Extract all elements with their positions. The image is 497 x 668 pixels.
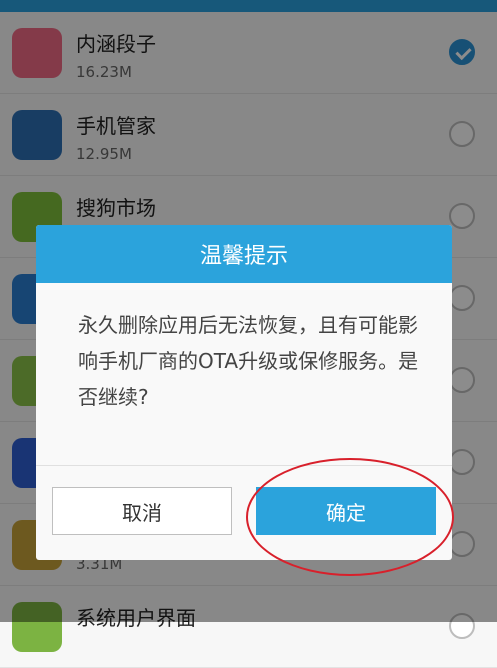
dialog-title: 温馨提示 — [36, 225, 452, 283]
dialog-divider — [36, 465, 452, 466]
confirm-dialog: 温馨提示 永久删除应用后无法恢复，且有可能影响手机厂商的OTA升级或保修服务。是… — [36, 225, 452, 560]
dialog-message: 永久删除应用后无法恢复，且有可能影响手机厂商的OTA升级或保修服务。是否继续? — [78, 313, 419, 409]
cancel-button[interactable]: 取消 — [52, 487, 232, 535]
confirm-button[interactable]: 确定 — [256, 487, 436, 535]
